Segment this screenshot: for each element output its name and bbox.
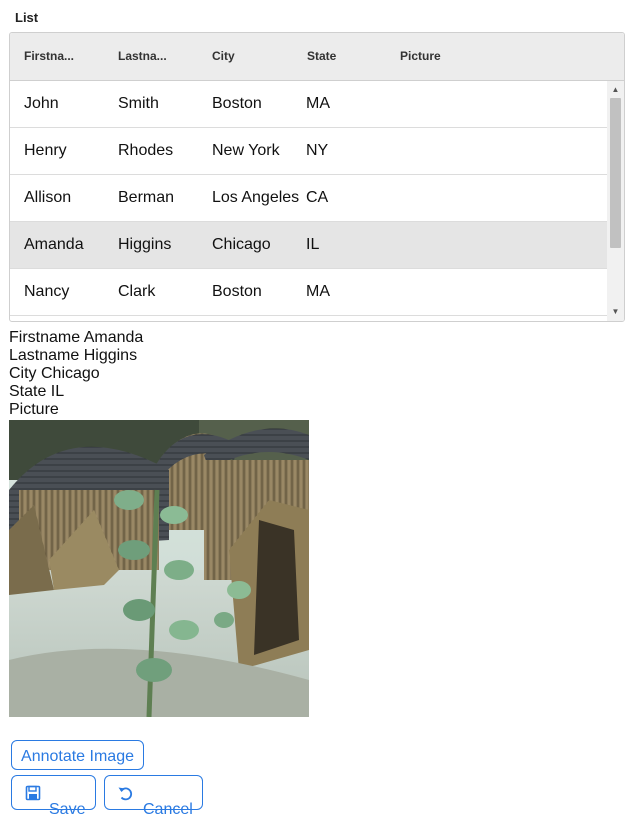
cell-firstname: Allison [24,189,72,206]
grid-header: Firstna... Lastna... City State Picture [10,33,624,81]
cell-lastname: Berman [118,189,175,206]
people-grid: Firstna... Lastna... City State Picture … [9,32,625,322]
cell-firstname: Henry [24,142,67,159]
column-header-state[interactable]: State [307,33,336,80]
cell-lastname: Smith [118,95,159,112]
cell-city: Los Angeles [212,189,300,206]
detail-state: State IL [9,383,65,400]
scroll-down-arrow-icon[interactable]: ▼ [607,305,624,319]
column-header-picture[interactable]: Picture [400,33,441,80]
cell-city: Chicago [212,236,271,253]
scroll-thumb[interactable] [610,98,621,248]
vertical-scrollbar[interactable]: ▲ ▼ [607,81,624,321]
cell-state: MA [306,283,330,300]
grid-body: John Smith Boston MA Henry Rhodes New Yo… [10,81,607,321]
scroll-up-arrow-icon[interactable]: ▲ [607,83,624,97]
cell-state: IL [306,236,320,253]
detail-picture-label: Picture [9,401,59,418]
person-picture [9,420,309,717]
column-header-city[interactable]: City [212,33,235,80]
floppy-disk-icon [25,785,41,801]
detail-lastname: Lastname Higgins [9,347,138,364]
column-header-firstname[interactable]: Firstna... [24,33,74,80]
undo-icon [118,787,133,801]
table-row[interactable]: Nancy Clark Boston MA [10,269,607,316]
list-title: List [15,10,39,25]
cell-firstname: John [24,95,59,112]
table-row[interactable]: Henry Rhodes New York NY [10,128,607,175]
save-button[interactable]: Save [11,775,96,818]
cell-city: New York [212,142,280,159]
cell-state: MA [306,95,330,112]
detail-firstname: Firstname Amanda [9,329,144,346]
cell-state: NY [306,142,329,159]
column-header-lastname[interactable]: Lastna... [118,33,167,80]
cell-lastname: Rhodes [118,142,174,159]
cancel-button[interactable]: Cancel [104,775,203,818]
detail-panel: Firstname Amanda Lastname Higgins City C… [9,329,143,419]
detail-city: City Chicago [9,365,100,382]
table-row-selected[interactable]: Amanda Higgins Chicago IL [10,222,607,269]
table-row[interactable]: Allison Berman Los Angeles CA [10,175,607,222]
table-row[interactable]: John Smith Boston MA [10,81,607,128]
cell-city: Boston [212,283,262,300]
cell-lastname: Higgins [118,236,172,253]
annotate-image-button[interactable]: Annotate Image [11,740,144,770]
cell-firstname: Amanda [24,236,84,253]
cell-state: CA [306,189,329,206]
cell-lastname: Clark [118,283,156,300]
cell-city: Boston [212,95,262,112]
cell-firstname: Nancy [24,283,70,300]
